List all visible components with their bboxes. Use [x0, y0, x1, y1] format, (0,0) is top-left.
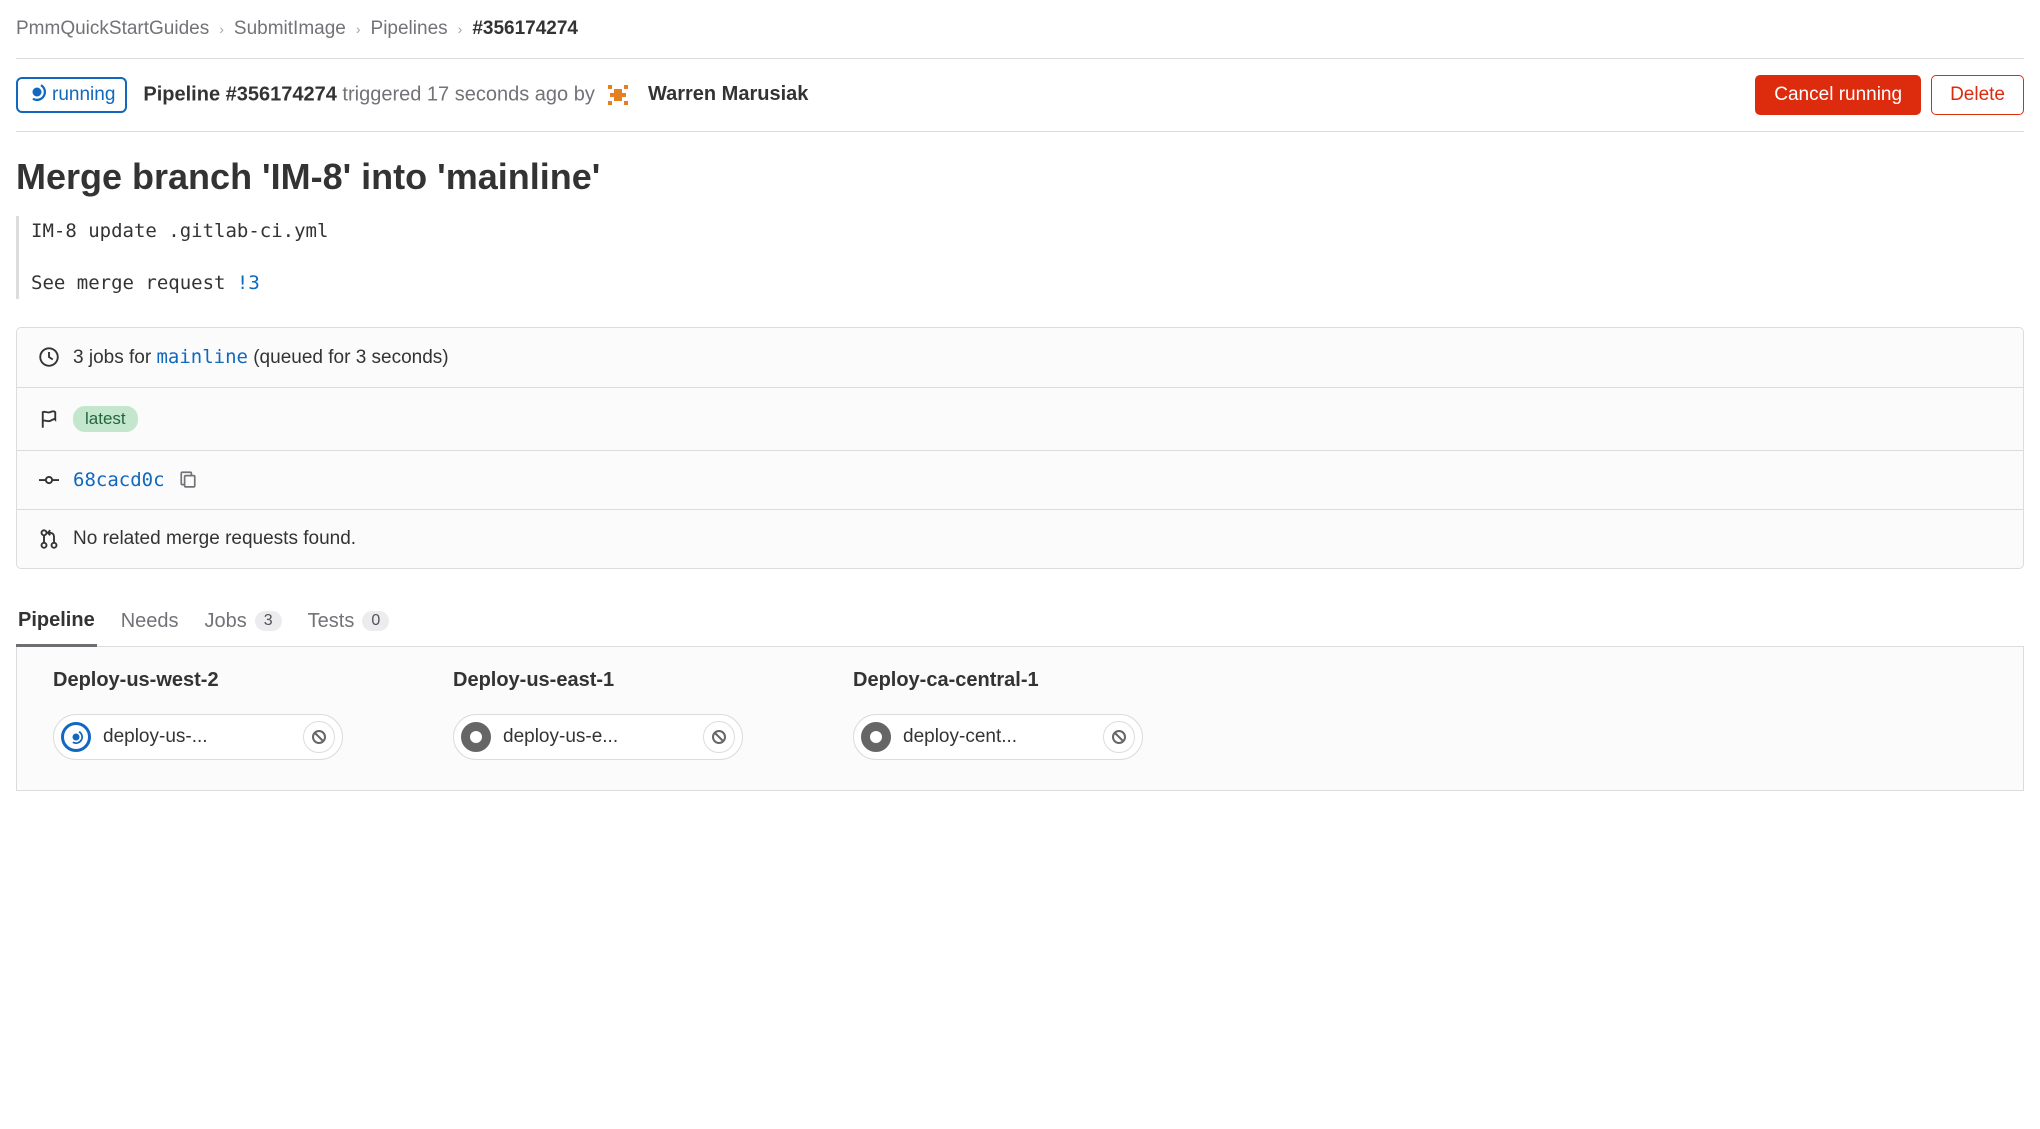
flags-row: latest: [17, 388, 2023, 451]
pipeline-stage: Deploy-ca-central-1 deploy-cent...: [853, 669, 1143, 760]
trigger-user[interactable]: Warren Marusiak: [648, 83, 808, 105]
job-cancel-button[interactable]: [1103, 721, 1135, 753]
merge-request-text: No related merge requests found.: [73, 528, 356, 550]
cancel-running-button[interactable]: Cancel running: [1755, 75, 1921, 115]
commit-title: Merge branch 'IM-8' into 'mainline': [16, 156, 2024, 198]
tab-jobs[interactable]: Jobs 3: [203, 597, 284, 646]
avatar[interactable]: [604, 81, 632, 109]
tab-tests[interactable]: Tests 0: [306, 597, 392, 646]
running-icon: [28, 83, 46, 107]
commit-body-line: IM-8 update .gitlab-ci.yml: [31, 216, 2024, 246]
pipeline-stage: Deploy-us-west-2 deploy-us-...: [53, 669, 343, 760]
commit-icon: [39, 470, 59, 490]
delete-button[interactable]: Delete: [1931, 75, 2024, 115]
merge-request-link[interactable]: !3: [237, 272, 260, 294]
jobs-info-row: 3 jobs for mainline (queued for 3 second…: [17, 328, 2023, 388]
pipeline-id: Pipeline #356174274: [143, 83, 336, 105]
chevron-right-icon: ›: [458, 21, 463, 37]
breadcrumb-item[interactable]: SubmitImage: [234, 18, 346, 40]
latest-badge: latest: [73, 406, 138, 432]
commit-body: IM-8 update .gitlab-ci.yml See merge req…: [16, 216, 2024, 299]
job-status-manual-icon: [461, 722, 491, 752]
branch-link[interactable]: mainline: [156, 346, 248, 368]
pipeline-graph: Deploy-us-west-2 deploy-us-... Deploy-us…: [16, 647, 2024, 791]
commit-row: 68cacd0c: [17, 451, 2023, 510]
merge-request-row: No related merge requests found.: [17, 510, 2023, 568]
pipeline-header-left: running Pipeline #356174274 triggered 17…: [16, 77, 808, 113]
status-badge-running[interactable]: running: [16, 77, 127, 113]
pipeline-header: running Pipeline #356174274 triggered 17…: [16, 59, 2024, 132]
status-label: running: [52, 84, 115, 106]
chevron-right-icon: ›: [356, 21, 361, 37]
breadcrumb: PmmQuickStartGuides › SubmitImage › Pipe…: [16, 10, 2024, 59]
flag-icon: [39, 409, 59, 429]
job-pill[interactable]: deploy-us-...: [53, 714, 343, 760]
jobs-info-text: 3 jobs for mainline (queued for 3 second…: [73, 346, 449, 369]
pipeline-stage: Deploy-us-east-1 deploy-us-e...: [453, 669, 743, 760]
clock-icon: [39, 347, 59, 367]
commit-sha-link[interactable]: 68cacd0c: [73, 469, 165, 491]
breadcrumb-item-current: #356174274: [472, 18, 578, 40]
stage-name: Deploy-us-east-1: [453, 669, 743, 692]
pipeline-header-actions: Cancel running Delete: [1755, 75, 2024, 115]
tab-count: 3: [255, 611, 282, 631]
job-pill[interactable]: deploy-cent...: [853, 714, 1143, 760]
breadcrumb-item[interactable]: PmmQuickStartGuides: [16, 18, 209, 40]
job-name: deploy-us-...: [103, 726, 291, 748]
merge-request-icon: [39, 529, 59, 549]
pipeline-trigger-info: Pipeline #356174274 triggered 17 seconds…: [143, 81, 808, 109]
chevron-right-icon: ›: [219, 21, 224, 37]
pipeline-info-panel: 3 jobs for mainline (queued for 3 second…: [16, 327, 2024, 569]
job-name: deploy-us-e...: [503, 726, 691, 748]
stage-name: Deploy-us-west-2: [53, 669, 343, 692]
job-pill[interactable]: deploy-us-e...: [453, 714, 743, 760]
stage-name: Deploy-ca-central-1: [853, 669, 1143, 692]
breadcrumb-item[interactable]: Pipelines: [371, 18, 448, 40]
job-status-manual-icon: [861, 722, 891, 752]
job-cancel-button[interactable]: [703, 721, 735, 753]
job-name: deploy-cent...: [903, 726, 1091, 748]
tab-needs[interactable]: Needs: [119, 597, 181, 646]
job-status-running-icon: [61, 722, 91, 752]
tab-count: 0: [362, 611, 389, 631]
tab-pipeline[interactable]: Pipeline: [16, 597, 97, 647]
commit-body-line: See merge request !3: [31, 268, 2024, 298]
job-cancel-button[interactable]: [303, 721, 335, 753]
pipeline-tabs: Pipeline Needs Jobs 3 Tests 0: [16, 597, 2024, 647]
copy-sha-button[interactable]: [179, 470, 199, 490]
